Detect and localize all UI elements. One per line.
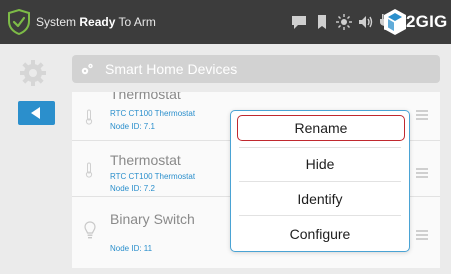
device-model: RTC CT100 Thermostat: [110, 109, 196, 118]
device-name: Thermostat: [110, 152, 181, 168]
status-bar: System Ready To Arm 2GIG: [0, 0, 451, 44]
status-state: Ready: [79, 15, 116, 29]
gear-icon[interactable]: [18, 58, 48, 88]
drag-handle-icon[interactable]: [416, 168, 428, 178]
device-context-menu: Rename Hide Identify Configure: [230, 110, 410, 252]
thermometer-icon: [85, 162, 93, 178]
menu-divider: [239, 147, 401, 148]
status-suffix: To Arm: [118, 15, 156, 29]
configure-button[interactable]: Configure: [237, 221, 403, 247]
device-model: RTC CT100 Thermostat: [110, 172, 196, 181]
device-node-id: Node ID: 11: [110, 244, 153, 253]
system-status-text: System Ready To Arm: [36, 15, 156, 29]
hide-button[interactable]: Hide: [237, 151, 403, 177]
bookmark-icon[interactable]: [313, 13, 331, 31]
menu-divider: [239, 181, 401, 182]
back-button[interactable]: [18, 101, 55, 125]
status-prefix: System: [36, 15, 77, 29]
device-name: Thermostat: [110, 92, 181, 102]
volume-icon[interactable]: [357, 13, 375, 31]
brightness-icon[interactable]: [335, 13, 353, 31]
drag-handle-icon[interactable]: [416, 230, 428, 240]
light-bulb-icon: [84, 221, 96, 239]
thermometer-icon: [85, 109, 93, 125]
device-node-id: Node ID: 7.2: [110, 184, 155, 193]
device-node-id: Node ID: 7.1: [110, 122, 155, 131]
identify-button[interactable]: Identify: [237, 186, 403, 212]
brand-name: 2GIG: [406, 12, 448, 31]
menu-divider: [239, 215, 401, 216]
drag-handle-icon[interactable]: [416, 110, 428, 120]
chat-bubble-icon[interactable]: [290, 13, 308, 31]
device-name: Binary Switch: [110, 211, 195, 227]
rename-button[interactable]: Rename: [237, 115, 405, 141]
page-title: Smart Home Devices: [105, 61, 238, 77]
smart-home-icon: [81, 63, 93, 75]
back-arrow-icon: [31, 107, 40, 119]
brand-logo-icon: [384, 9, 406, 35]
shield-icon: [8, 9, 30, 35]
page-title-bar: Smart Home Devices: [72, 55, 440, 83]
